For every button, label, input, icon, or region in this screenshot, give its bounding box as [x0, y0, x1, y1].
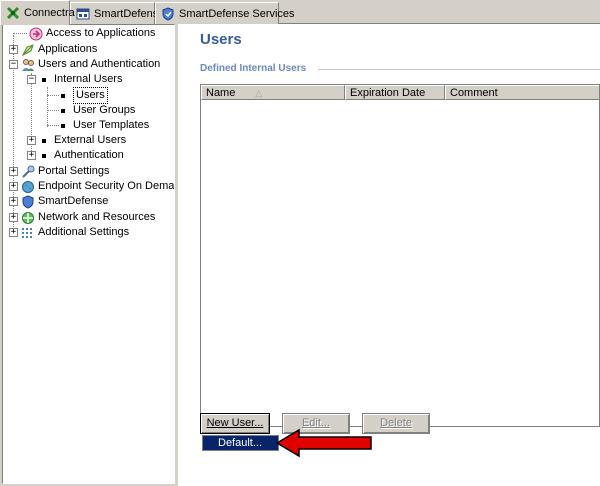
additional-settings-icon: [22, 227, 32, 238]
sort-ascending-icon: △: [255, 88, 263, 98]
tree-item-additional-settings[interactable]: + Additional Settings: [9, 225, 129, 240]
tree-item-network-and-resources[interactable]: + Network and Resources: [9, 210, 155, 225]
expand-plus-icon[interactable]: +: [27, 136, 36, 145]
tree-item-internal-users[interactable]: − Internal Users: [27, 72, 122, 87]
tree-label: Network and Resources: [38, 211, 156, 223]
connectra-icon: [6, 6, 20, 20]
bullet-icon: [42, 153, 46, 158]
bullet-icon: [61, 108, 65, 113]
tree-label: User Templates: [73, 119, 150, 131]
tree-label: SmartDefense: [38, 195, 109, 207]
expand-plus-icon[interactable]: +: [9, 45, 18, 54]
expand-plus-icon[interactable]: +: [9, 182, 18, 191]
section-title: Defined Internal Users: [200, 63, 307, 74]
tab-strip: Connectra SmartDefense SmartDefense Serv…: [0, 0, 600, 25]
button-label: Delete: [380, 417, 412, 429]
tree-label: Applications: [38, 43, 98, 55]
tree-label: Authentication: [54, 149, 124, 161]
expand-plus-icon[interactable]: +: [9, 197, 18, 206]
page-title: Users: [200, 31, 242, 48]
tab-label: SmartDefense: [94, 7, 165, 20]
column-label: Comment: [450, 87, 498, 99]
expand-plus-icon[interactable]: +: [9, 213, 18, 222]
tree-label: External Users: [54, 134, 127, 146]
tree-item-users[interactable]: Users: [59, 87, 108, 104]
tree-label: Users and Authentication: [38, 58, 161, 70]
expand-plus-icon[interactable]: +: [9, 228, 18, 237]
bullet-icon: [61, 93, 65, 98]
tree-item-portal-settings[interactable]: + Portal Settings: [9, 164, 110, 179]
column-header-comment[interactable]: Comment: [445, 85, 599, 100]
table-header: Name △ Expiration Date Comment: [201, 85, 599, 100]
tree-connector: [47, 95, 59, 96]
applications-icon: [21, 43, 34, 56]
tab-smartdefense[interactable]: SmartDefense: [70, 2, 164, 24]
expand-plus-icon[interactable]: +: [9, 167, 18, 176]
new-user-button[interactable]: New User...: [200, 413, 270, 434]
column-label: Name: [206, 87, 236, 99]
users-table[interactable]: Name △ Expiration Date Comment: [200, 84, 600, 427]
tree-connector: [47, 87, 48, 127]
smartdefense-icon: [76, 8, 90, 19]
tree-label: User Groups: [73, 104, 136, 116]
tree-label: Internal Users: [54, 73, 123, 85]
tab-connectra[interactable]: Connectra: [0, 0, 75, 25]
tree-label: Endpoint Security On Demand: [38, 180, 175, 192]
tree-connector: [47, 125, 59, 126]
access-arrow-icon: [29, 27, 43, 40]
tree-label-selected: Users: [73, 87, 108, 104]
tab-label: Connectra: [24, 7, 75, 19]
navigation-tree: Access to Applications + Applications − …: [2, 24, 175, 484]
button-label: New User...: [206, 417, 264, 429]
tree-item-user-groups[interactable]: User Groups: [59, 103, 135, 118]
bullet-icon: [42, 138, 46, 143]
expand-plus-icon[interactable]: +: [27, 151, 36, 160]
column-header-expiration-date[interactable]: Expiration Date: [345, 85, 445, 100]
tree-label: Portal Settings: [38, 165, 110, 177]
tab-smartdefense-services[interactable]: SmartDefense Services: [155, 2, 295, 24]
red-arrow-annotation: [275, 428, 372, 458]
tree-item-external-users[interactable]: + External Users: [27, 133, 126, 148]
bullet-icon: [61, 123, 65, 128]
column-header-name[interactable]: Name △: [201, 85, 345, 100]
content-pane: Users Defined Internal Users Name △ Expir…: [178, 24, 600, 486]
tree-item-user-templates[interactable]: User Templates: [59, 118, 149, 133]
new-user-dropdown-menu: Default...: [202, 435, 279, 451]
tab-label: SmartDefense Services: [179, 7, 295, 20]
portal-settings-icon: [22, 165, 35, 178]
tree-label: Access to Applications: [46, 27, 156, 39]
smartdefense-services-icon: [162, 6, 174, 21]
globe-icon: [22, 180, 34, 193]
tree-item-authentication[interactable]: + Authentication: [27, 148, 124, 163]
collapse-minus-icon[interactable]: −: [9, 60, 18, 69]
section-divider: [318, 69, 600, 70]
tree-item-smartdefense[interactable]: + SmartDefense: [9, 194, 108, 209]
tree-item-access-to-applications[interactable]: Access to Applications: [17, 26, 155, 41]
network-icon: [22, 211, 34, 224]
tree-label: Additional Settings: [38, 226, 130, 238]
tree-item-applications[interactable]: + Applications: [9, 42, 97, 57]
bullet-icon: [42, 77, 46, 82]
tree-item-endpoint-security[interactable]: + Endpoint Security On Demand: [9, 179, 175, 194]
shield-icon: [22, 194, 34, 209]
menu-item-default[interactable]: Default...: [203, 436, 278, 450]
users-group-icon: [22, 58, 34, 71]
column-label: Expiration Date: [350, 87, 426, 99]
tree-connector: [47, 110, 59, 111]
collapse-minus-icon[interactable]: −: [27, 75, 36, 84]
tree-item-users-and-authentication[interactable]: − Users and Authentication: [9, 57, 160, 72]
